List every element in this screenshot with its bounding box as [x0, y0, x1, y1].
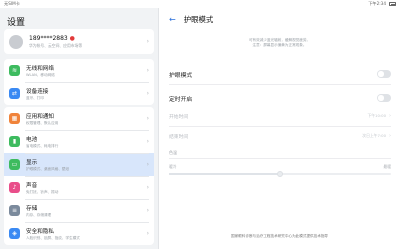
sidebar-item-storage[interactable]: ≡ 存储 内存、存储清理 › [4, 199, 154, 222]
settings-group-1: ≋ 无线和网络 WLAN、移动网络 › ⇄ 设备连接 蓝牙、打印 › [4, 59, 154, 105]
chevron-right-icon: › [146, 138, 149, 145]
settings-title: 设置 [7, 18, 26, 28]
footer-note: 国家眼科诊断与治疗工程技术研究中心为此模式提供技术指导 [230, 234, 329, 238]
display-icon: ▭ [9, 159, 20, 170]
sidebar-item-network[interactable]: ≋ 无线和网络 WLAN、移动网络 › [4, 59, 154, 82]
slider-fill [169, 173, 280, 175]
sidebar-item-sound[interactable]: ♪ 声音 免打扰、铃声、振动 › [4, 176, 154, 199]
chevron-right-icon: › [146, 207, 149, 214]
chevron-right-icon: › [146, 38, 149, 45]
scheduled-label: 定时开启 [169, 96, 193, 103]
chevron-right-icon: › [146, 184, 149, 191]
start-time-row[interactable]: 开始时间 下午10:00 › [169, 108, 391, 124]
sidebar-item-device-connection[interactable]: ⇄ 设备连接 蓝牙、打印 › [4, 82, 154, 105]
battery-status-icon [389, 2, 396, 6]
account-sub: 华为帐号、云空间、应用市场等 [29, 42, 83, 48]
eye-mode-label: 护眼模式 [169, 72, 193, 79]
chevron-right-icon: › [146, 115, 149, 122]
slider-left-label: 暖冷 [169, 164, 177, 169]
sidebar-item-display[interactable]: ▭ 显示 护眼模式、桌面风格、壁纸 › [4, 153, 154, 176]
sidebar-item-apps[interactable]: ▦ 应用和通知 权限管理、默认应用 › [4, 107, 154, 130]
chevron-right-icon: › [389, 133, 391, 139]
status-bar: 无SIM卡 下午2:34 [0, 0, 400, 8]
chevron-right-icon: › [389, 113, 391, 119]
color-temp-section-label: 色温 [169, 150, 177, 155]
settings-sidebar: 设置 189****2883 ● 华为帐号、云空间、应用市场等 › ≋ 无线和网… [0, 8, 158, 249]
carrier-text: 无SIM卡 [4, 1, 20, 6]
wifi-icon: ≋ [9, 65, 20, 76]
eye-mode-toggle[interactable] [377, 70, 391, 78]
page-title: 护眼模式 [183, 15, 214, 24]
slider-thumb[interactable] [277, 170, 283, 177]
divider [169, 158, 391, 159]
notification-dot: ● [69, 34, 75, 42]
security-icon: ◈ [9, 228, 20, 239]
slider-right-label: 最暖 [383, 164, 391, 169]
chevron-right-icon: › [146, 230, 149, 237]
device-connect-icon: ⇄ [9, 88, 20, 99]
start-time-label: 开始时间 [169, 114, 189, 120]
back-arrow-icon[interactable]: ← [169, 15, 176, 24]
divider [169, 126, 391, 127]
storage-icon: ≡ [9, 205, 20, 216]
end-time-label: 结束时间 [169, 134, 189, 140]
account-profile[interactable]: 189****2883 ● 华为帐号、云空间、应用市场等 › [4, 29, 154, 54]
scheduled-toggle[interactable] [377, 94, 391, 102]
end-time-value: 次日上午7:00 [362, 133, 386, 138]
end-time-row[interactable]: 结束时间 次日上午7:00 › [169, 128, 391, 144]
sidebar-item-battery[interactable]: ▮ 电池 省电模式、耗电排行 › [4, 130, 154, 153]
chevron-right-icon: › [146, 90, 149, 97]
sound-icon: ♪ [9, 182, 20, 193]
eye-mode-description: 可有效减少蓝光辐射，缓解视觉疲劳。 注意：屏幕显示偏黄为正常现象。 [248, 38, 311, 47]
sidebar-item-security[interactable]: ◈ 安全和隐私 人脸识别、锁屏、指纹、学生模式 › [4, 222, 154, 245]
status-time: 下午2:34 [368, 1, 386, 6]
account-name: 189****2883 [29, 34, 68, 42]
settings-group-2: ▦ 应用和通知 权限管理、默认应用 › ▮ 电池 省电模式、耗电排行 › ▭ 显… [4, 107, 154, 245]
divider [169, 84, 391, 85]
start-time-value: 下午10:00 [367, 113, 386, 118]
chevron-right-icon: › [146, 161, 149, 168]
color-temp-slider[interactable] [169, 170, 391, 177]
battery-icon: ▮ [9, 136, 20, 147]
scheduled-row[interactable]: 定时开启 [169, 90, 391, 106]
chevron-right-icon: › [146, 67, 149, 74]
eye-mode-row[interactable]: 护眼模式 [169, 66, 391, 82]
apps-icon: ▦ [9, 113, 20, 124]
eye-comfort-panel: ← 护眼模式 可有效减少蓝光辐射，缓解视觉疲劳。 注意：屏幕显示偏黄为正常现象。… [159, 8, 400, 249]
avatar [9, 34, 23, 49]
